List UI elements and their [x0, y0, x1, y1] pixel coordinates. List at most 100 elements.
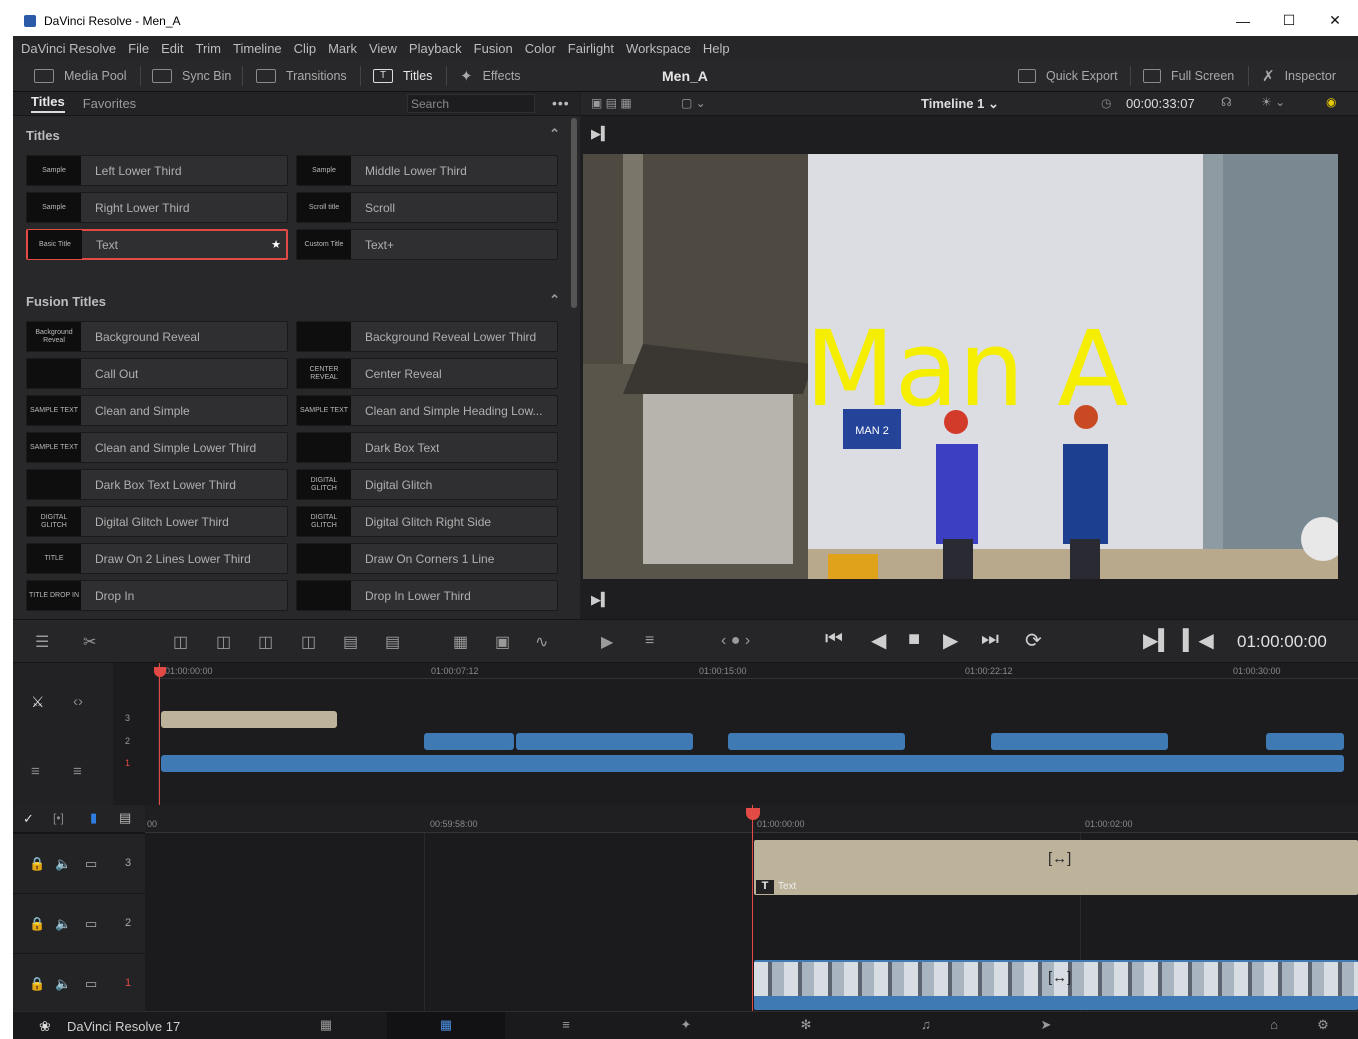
- menu-help[interactable]: Help: [703, 41, 730, 56]
- menu-davinci-resolve[interactable]: DaVinci Resolve: [21, 41, 116, 56]
- title-item[interactable]: SAMPLE TEXT Clean and Simple Lower Third: [26, 432, 288, 463]
- selection-mode-icon[interactable]: ☰: [35, 632, 49, 652]
- link-icon[interactable]: [•]: [53, 811, 64, 825]
- replace-clip-icon[interactable]: ◫: [258, 632, 273, 652]
- upper-v2-clip[interactable]: [516, 733, 693, 750]
- title-item[interactable]: Background Reveal Background Reveal: [26, 321, 288, 352]
- viewer-layout-icons[interactable]: ▣ ▤ ▦: [591, 96, 632, 110]
- snapping-icon[interactable]: ✓: [23, 811, 34, 827]
- title-item[interactable]: Draw On Corners 1 Line: [296, 543, 558, 574]
- overwrite-clip-icon[interactable]: ◫: [216, 632, 231, 652]
- viewer-size-icon[interactable]: ▢ ⌄: [681, 96, 706, 110]
- razor-icon[interactable]: ✂: [83, 632, 96, 652]
- inspector-button[interactable]: ✗ Inspector: [1262, 60, 1336, 92]
- title-item[interactable]: Background Reveal Lower Third: [296, 321, 558, 352]
- title-item[interactable]: CENTER REVEAL Center Reveal: [296, 358, 558, 389]
- monitor-icon[interactable]: ▭: [85, 976, 97, 992]
- speaker-icon[interactable]: 🔈: [55, 976, 71, 992]
- upper-playhead[interactable]: [159, 663, 160, 805]
- minimize-button[interactable]: —: [1220, 5, 1266, 36]
- fit-to-fill-icon[interactable]: ◫: [301, 632, 316, 652]
- upper-v2-clip[interactable]: [1266, 733, 1344, 750]
- menu-trim[interactable]: Trim: [196, 41, 222, 56]
- title-item[interactable]: Dark Box Text: [296, 432, 558, 463]
- settings-gear-icon[interactable]: ⚙: [1313, 1017, 1333, 1035]
- zoom-icon[interactable]: ‹›: [73, 693, 83, 710]
- edit-page-icon[interactable]: ≡: [556, 1017, 576, 1035]
- title-item[interactable]: Sample Left Lower Third: [26, 155, 288, 186]
- play-reverse-icon[interactable]: ◀: [871, 628, 886, 653]
- menu-clip[interactable]: Clip: [294, 41, 316, 56]
- sync-bin-button[interactable]: Sync Bin: [152, 60, 231, 92]
- menu-view[interactable]: View: [369, 41, 397, 56]
- menu-color[interactable]: Color: [525, 41, 556, 56]
- text-title-clip[interactable]: [↔] T Text: [754, 840, 1358, 895]
- next-edit-icon[interactable]: ▶▍: [1143, 628, 1174, 653]
- clip-handle-icon[interactable]: [↔]: [1048, 969, 1071, 986]
- upper-v2-clip[interactable]: [728, 733, 905, 750]
- timeline-name-dropdown[interactable]: Timeline 1 ⌄: [921, 96, 999, 112]
- collapse-caret-icon[interactable]: ⌃: [549, 126, 560, 142]
- title-item[interactable]: Sample Middle Lower Third: [296, 155, 558, 186]
- menu-timeline[interactable]: Timeline: [233, 41, 282, 56]
- color-page-icon[interactable]: ✻: [796, 1017, 816, 1035]
- speaker-icon[interactable]: 🔈: [55, 856, 71, 872]
- cut-page-icon[interactable]: ▦: [436, 1017, 456, 1035]
- quick-export-button[interactable]: Quick Export: [1018, 60, 1118, 92]
- marker-flag-icon[interactable]: ▮: [90, 810, 97, 826]
- title-item[interactable]: TITLE DROP IN Drop In: [26, 580, 288, 611]
- title-item[interactable]: Scroll title Scroll: [296, 192, 558, 223]
- upper-v1-clip[interactable]: [161, 755, 1344, 772]
- clip-playback-icon[interactable]: ▶: [601, 632, 613, 652]
- title-item[interactable]: Drop In Lower Third: [296, 580, 558, 611]
- fusion-page-icon[interactable]: ✦: [676, 1017, 696, 1035]
- upper-title-clip[interactable]: [161, 711, 337, 728]
- transform-tool-icon[interactable]: ☀ ⌄: [1261, 95, 1285, 109]
- titles-section-header[interactable]: Titles ⌃: [13, 120, 566, 146]
- titles-button[interactable]: T Titles: [373, 60, 432, 92]
- title-item[interactable]: Custom Title Text+: [296, 229, 558, 260]
- tab-favorites[interactable]: Favorites: [83, 96, 136, 111]
- search-input[interactable]: Search: [407, 94, 535, 113]
- fusion-titles-section-header[interactable]: Fusion Titles ⌃: [13, 286, 566, 312]
- upper-ruler[interactable]: 01:00:00:00 01:00:07:12 01:00:15:00 01:0…: [159, 663, 1358, 679]
- favorite-star-icon[interactable]: ★: [271, 238, 281, 251]
- lock-icon[interactable]: 🔒: [29, 916, 45, 932]
- menu-mark[interactable]: Mark: [328, 41, 357, 56]
- lock-icon[interactable]: 🔒: [29, 976, 45, 992]
- home-icon[interactable]: ⌂: [1264, 1017, 1284, 1035]
- track-height-icon[interactable]: ⚔: [31, 693, 44, 711]
- full-screen-button[interactable]: Full Screen: [1143, 60, 1234, 92]
- title-item[interactable]: Sample Right Lower Third: [26, 192, 288, 223]
- append-icon[interactable]: ▤: [385, 632, 400, 652]
- bypass-effects-icon[interactable]: ◉: [1326, 95, 1336, 109]
- audio-mixer-icon[interactable]: ☊: [1221, 95, 1232, 109]
- effects-button[interactable]: ✦ Effects: [460, 60, 521, 92]
- title-item[interactable]: DIGITAL GLITCH Digital Glitch Lower Third: [26, 506, 288, 537]
- timeline-view-icon[interactable]: ▤: [119, 810, 131, 826]
- title-item[interactable]: DIGITAL GLITCH Digital Glitch Right Side: [296, 506, 558, 537]
- loop-icon[interactable]: ⟳: [1025, 628, 1042, 653]
- audio-track-icon[interactable]: ≡: [31, 763, 40, 780]
- library-scrollbar[interactable]: [571, 118, 577, 308]
- speaker-icon[interactable]: 🔈: [55, 916, 71, 932]
- media-page-icon[interactable]: ▦: [316, 1017, 336, 1035]
- lock-icon[interactable]: 🔒: [29, 856, 45, 872]
- clip-handle-icon[interactable]: [↔]: [1048, 850, 1071, 867]
- video-track-icon[interactable]: ≡: [73, 763, 82, 780]
- fairlight-page-icon[interactable]: ♫: [916, 1017, 936, 1035]
- skip-to-end-icon[interactable]: ⏭: [981, 628, 999, 651]
- title-item[interactable]: TITLE Draw On 2 Lines Lower Third: [26, 543, 288, 574]
- place-on-top-icon[interactable]: ▤: [343, 632, 358, 652]
- title-overlay-text[interactable]: Man A: [805, 314, 1129, 424]
- close-up-icon[interactable]: ▣: [495, 632, 510, 652]
- play-icon[interactable]: ▶: [943, 628, 958, 653]
- menu-fairlight[interactable]: Fairlight: [568, 41, 614, 56]
- maximize-button[interactable]: ☐: [1266, 5, 1312, 36]
- title-item[interactable]: Basic Title Text ★: [26, 229, 288, 260]
- title-item[interactable]: SAMPLE TEXT Clean and Simple Heading Low.…: [296, 395, 558, 426]
- title-item[interactable]: DIGITAL GLITCH Digital Glitch: [296, 469, 558, 500]
- audio-waveform-icon[interactable]: ∿: [535, 632, 548, 652]
- jog-control-icon[interactable]: ‹ ● ›: [721, 632, 750, 650]
- collapse-caret-icon[interactable]: ⌃: [549, 292, 560, 308]
